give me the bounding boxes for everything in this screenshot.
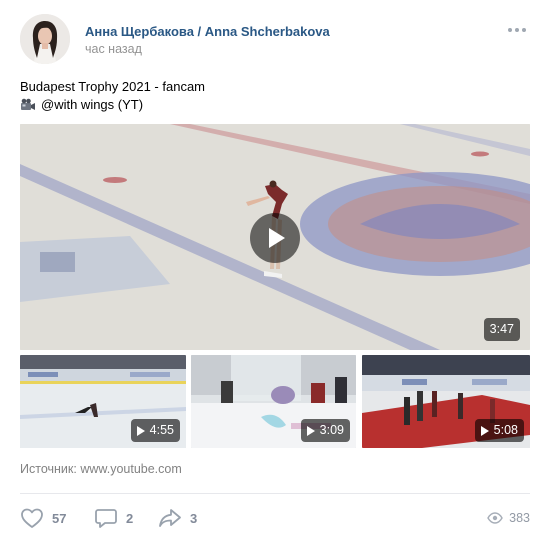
video-thumbnail-1[interactable]: 4:55 <box>20 355 186 448</box>
video-duration: 4:55 <box>130 419 180 442</box>
play-triangle-icon <box>306 425 315 436</box>
video-duration: 3:47 <box>483 318 520 341</box>
video-thumbnail-3[interactable]: 5:08 <box>362 355 530 448</box>
play-triangle-icon <box>136 425 145 436</box>
play-button[interactable] <box>250 213 300 263</box>
shares-count: 3 <box>190 510 198 526</box>
post-time[interactable]: час назад <box>85 42 142 56</box>
post-header: Анна Щербакова / Anna Shcherbakova час н… <box>20 14 530 66</box>
dot <box>522 28 526 32</box>
eye-icon <box>487 512 503 524</box>
source-line: Источник: www.youtube.com <box>20 462 182 476</box>
comment-icon <box>95 509 117 528</box>
likes-count: 57 <box>52 510 67 526</box>
views-counter: 383 <box>487 505 530 531</box>
more-dots-icon[interactable] <box>508 28 526 34</box>
duration-text: 3:09 <box>319 423 344 437</box>
video-camera-emoji-icon <box>21 98 35 110</box>
video-duration: 5:08 <box>474 419 524 442</box>
divider <box>20 493 530 494</box>
post-text-line-2: @with wings (YT) <box>20 96 530 114</box>
views-count: 383 <box>509 511 530 525</box>
avatar-photo <box>20 14 70 64</box>
post-text: Budapest Trophy 2021 - fancam @with wing… <box>20 78 530 114</box>
share-button[interactable]: 3 <box>158 505 197 531</box>
duration-text: 4:55 <box>149 423 174 437</box>
like-button[interactable]: 57 <box>20 505 66 531</box>
main-video[interactable]: 3:47 <box>20 124 530 350</box>
source-label: Источник: <box>20 462 77 476</box>
dot <box>515 28 519 32</box>
source-link[interactable]: www.youtube.com <box>80 462 181 476</box>
video-thumbnail-2[interactable]: 3:09 <box>191 355 356 448</box>
comments-count: 2 <box>126 510 134 526</box>
heart-icon <box>21 508 43 528</box>
post-actions: 57 2 3 383 <box>20 505 530 531</box>
post-text-line-1: Budapest Trophy 2021 - fancam <box>20 79 206 94</box>
video-duration: 3:09 <box>300 419 350 442</box>
avatar[interactable] <box>20 14 70 64</box>
mention-link[interactable]: @with wings (YT) <box>41 96 143 114</box>
duration-text: 5:08 <box>493 423 518 437</box>
author-name-link[interactable]: Анна Щербакова / Anna Shcherbakova <box>85 24 330 39</box>
dot <box>508 28 512 32</box>
share-arrow-icon <box>159 509 181 527</box>
comment-button[interactable]: 2 <box>94 505 133 531</box>
play-triangle-icon <box>480 425 489 436</box>
